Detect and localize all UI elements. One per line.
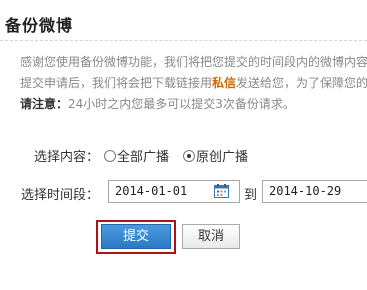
notice-text: 24小时之内您最多可以提交3次备份请求。 [68,97,295,111]
cancel-button[interactable]: 取消 [182,224,240,249]
description-line-2-after: 发送给您，为了保障您的 [236,76,367,90]
content-select-label: 选择内容： [34,150,100,165]
radio-all-broadcasts-circle[interactable] [104,149,116,162]
radio-original-broadcasts-circle[interactable] [183,149,196,162]
to-label: 到 [244,188,258,203]
submit-button[interactable]: 提交 [101,224,171,249]
page-title: 备份微博 [5,16,74,35]
calendar-icon[interactable] [214,184,229,198]
content-radio-group: 全部广播 原创广播 [104,146,262,165]
time-select-label: 选择时间段： [21,188,100,203]
description-line-2-before: 提交申请后，我们将会把下载链接用 [20,76,213,90]
notice: 请注意：24小时之内您最多可以提交3次备份请求。 [20,94,367,115]
notice-label: 请注意： [20,97,69,111]
description-line-1: 感谢您使用备份微博功能，我们将把您提交的时间段内的微博内容 [20,55,367,69]
radio-all-broadcasts-label: 全部广播 [117,150,170,165]
radio-original-broadcasts[interactable]: 原创广播 [183,146,248,165]
radio-original-broadcasts-label: 原创广播 [196,150,249,165]
description: 感谢您使用备份微博功能，我们将把您提交的时间段内的微博内容 提交申请后，我们将会… [20,52,367,115]
radio-all-broadcasts[interactable]: 全部广播 [104,146,169,165]
private-message-highlight: 私信 [212,76,237,90]
title-divider [0,40,367,41]
description-line-2: 提交申请后，我们将会把下载链接用私信发送给您，为了保障您的 [20,73,367,94]
end-date-input[interactable]: 2014-10-29 [262,180,367,203]
